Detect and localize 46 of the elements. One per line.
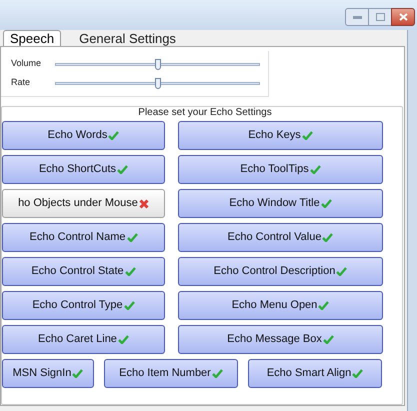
check-icon xyxy=(336,267,348,276)
check-icon xyxy=(118,335,129,344)
toggle-button[interactable]: Echo Window Title xyxy=(178,189,383,218)
check-icon xyxy=(72,369,84,378)
minimize-button[interactable] xyxy=(345,8,369,26)
toggle-button[interactable]: Echo Message Box xyxy=(178,325,383,354)
toggle-button[interactable]: Echo Words xyxy=(2,121,165,150)
toggle-button[interactable]: Echo Control Type xyxy=(2,291,165,320)
check-icon xyxy=(126,233,138,242)
check-icon xyxy=(212,369,223,378)
check-icon xyxy=(320,199,332,208)
toggle-button[interactable]: Echo Menu Open xyxy=(178,291,383,320)
slider-thumb[interactable] xyxy=(154,58,160,70)
tab[interactable]: Speech xyxy=(3,30,62,46)
toggle-button[interactable]: Echo Smart Align xyxy=(248,359,382,388)
check-icon xyxy=(108,131,120,140)
toggle-button[interactable]: Echo Control State xyxy=(2,257,165,286)
cross-icon xyxy=(138,198,149,208)
check-icon xyxy=(322,233,334,242)
maximize-icon xyxy=(376,13,384,21)
group-title: Please set your Echo Settings xyxy=(137,107,273,119)
check-icon xyxy=(124,301,135,310)
toggle-button[interactable]: Echo Control Value xyxy=(178,223,383,252)
check-icon xyxy=(352,369,364,378)
toggle-button[interactable]: MSN SignIn xyxy=(2,359,94,388)
toggle-button[interactable]: Echo Keys xyxy=(178,121,383,150)
check-icon xyxy=(310,165,321,174)
check-icon xyxy=(318,301,330,310)
toggle-button[interactable]: Echo Control Name xyxy=(2,223,165,252)
slider-label: Volume xyxy=(10,57,42,70)
toggle-button[interactable]: Echo ToolTips xyxy=(178,155,383,184)
check-icon xyxy=(322,335,334,344)
slider-thumb[interactable] xyxy=(154,78,160,88)
slider-label: Rate xyxy=(10,76,32,90)
check-icon xyxy=(117,165,128,174)
tab[interactable]: General Settings xyxy=(75,31,180,46)
toggle-button[interactable]: Echo Item Number xyxy=(104,359,238,388)
minimize-icon xyxy=(352,16,362,18)
check-icon xyxy=(124,267,136,276)
toggle-button[interactable]: ho Objects under Mouse xyxy=(2,189,165,218)
check-icon xyxy=(302,131,313,140)
toggle-button[interactable]: Echo Control Description xyxy=(178,257,383,286)
close-button[interactable] xyxy=(391,8,415,26)
toggle-button[interactable]: Echo Caret Line xyxy=(2,325,165,354)
toggle-button[interactable]: Echo ShortCuts xyxy=(2,155,165,184)
close-icon xyxy=(398,13,408,21)
